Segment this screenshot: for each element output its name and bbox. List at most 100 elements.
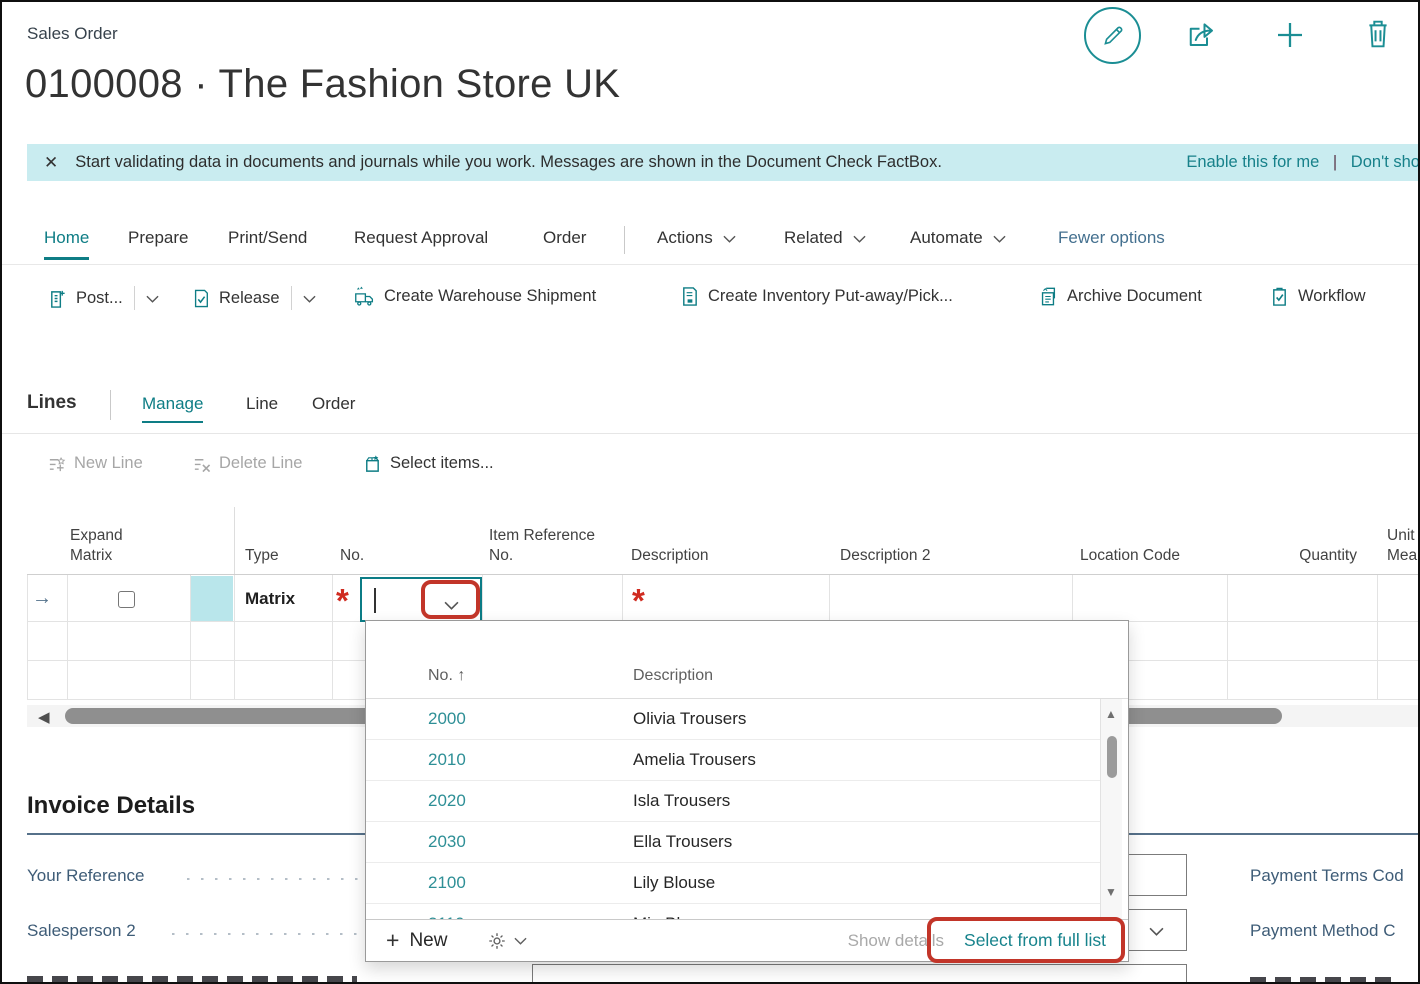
no-field-dropdown-chevron[interactable] — [444, 597, 459, 615]
dropdown-footer: + New Show details Select from full list — [366, 919, 1128, 961]
dont-show-link[interactable]: Don't sho — [1351, 153, 1420, 171]
dropdown-scrollbar-thumb[interactable] — [1107, 736, 1117, 778]
dropdown-col-no[interactable]: No. ↑ — [428, 667, 465, 685]
col-type[interactable]: Type — [245, 546, 279, 566]
grid-line — [67, 575, 68, 700]
item-row[interactable]: 2020Isla Trousers — [366, 781, 1106, 822]
plus-icon: + — [386, 927, 399, 954]
dropdown-scrollbar[interactable]: ▲ ▼ — [1100, 699, 1122, 921]
tab-print-send[interactable]: Print/Send — [228, 228, 307, 257]
lines-section-divider — [2, 433, 1418, 434]
lines-tab-order[interactable]: Order — [312, 394, 355, 421]
lines-divider — [110, 390, 111, 420]
tab-request-approval[interactable]: Request Approval — [354, 228, 488, 257]
scroll-up-arrow[interactable]: ▲ — [1105, 707, 1117, 721]
col-location-code[interactable]: Location Code — [1080, 546, 1180, 566]
your-reference-label: Your Reference — [27, 866, 145, 886]
invoice-details-title: Invoice Details — [27, 792, 195, 820]
chevron-down-icon — [723, 228, 736, 248]
description-mandatory-asterisk: * — [632, 584, 645, 617]
action-divider — [134, 286, 135, 310]
col-item-reference-no[interactable]: Item Reference No. — [489, 526, 595, 566]
new-line-button: New Line — [47, 454, 143, 473]
create-inventory-putaway-button[interactable]: Create Inventory Put-away/Pick... — [680, 286, 953, 307]
menu-actions[interactable]: Actions — [657, 228, 736, 257]
select-from-full-list-link[interactable]: Select from full list — [964, 930, 1106, 951]
page-title: 0100008 · The Fashion Store UK — [25, 62, 620, 107]
delete-line-button: Delete Line — [192, 454, 302, 473]
col-no[interactable]: No. — [340, 546, 364, 566]
item-row[interactable]: 2000Olivia Trousers — [366, 699, 1106, 740]
notification-message: Start validating data in documents and j… — [75, 153, 1174, 172]
page-caption: Sales Order — [27, 24, 118, 44]
combobox-chevron[interactable] — [1149, 923, 1164, 941]
lines-section-title: Lines — [27, 392, 77, 414]
show-details-link[interactable]: Show details — [848, 931, 944, 951]
item-row[interactable]: 2030Ella Trousers — [366, 822, 1106, 863]
expand-matrix-checkbox[interactable] — [118, 591, 135, 608]
scroll-left-arrow[interactable]: ◀ — [38, 708, 50, 726]
select-items-button[interactable]: Select items... — [362, 454, 494, 473]
fewer-options[interactable]: Fewer options — [1058, 228, 1165, 257]
workflow-button[interactable]: Workflow — [1270, 286, 1366, 307]
next-field-input-clipped[interactable] — [532, 964, 1187, 984]
payment-terms-label: Payment Terms Cod — [1250, 866, 1404, 886]
delete-trash-icon[interactable] — [1363, 18, 1393, 55]
enable-this-link[interactable]: Enable this for me — [1186, 153, 1319, 171]
clipped-field-label — [1250, 977, 1400, 984]
grid-line — [332, 575, 333, 700]
menu-automate[interactable]: Automate — [910, 228, 1006, 257]
no-mandatory-asterisk: * — [336, 584, 349, 617]
tab-order[interactable]: Order — [543, 228, 586, 257]
lines-tab-line[interactable]: Line — [246, 394, 278, 421]
item-row[interactable]: 2100Lily Blouse — [366, 863, 1106, 904]
sales-order-page: Sales Order 0100008 · The Fashion Store … — [0, 0, 1420, 984]
tab-divider — [624, 226, 625, 254]
no-field-input[interactable] — [360, 577, 482, 622]
notification-links: Enable this for me | Don't sho — [1186, 153, 1420, 172]
active-row-arrow: → — [32, 587, 52, 610]
action-divider — [291, 286, 292, 310]
header-freeze-line — [234, 507, 235, 575]
sort-ascending-icon: ↑ — [457, 667, 465, 684]
post-dropdown-chevron[interactable] — [146, 289, 168, 308]
clipped-section-heading — [27, 976, 357, 984]
col-unit-of-measure[interactable]: Unit Mea — [1387, 526, 1417, 566]
chevron-down-icon — [853, 228, 866, 248]
table-header-border — [27, 574, 1420, 575]
lines-tab-manage[interactable]: Manage — [142, 394, 203, 423]
scroll-down-arrow[interactable]: ▼ — [1105, 885, 1117, 899]
chevron-down-icon — [514, 937, 527, 945]
salesperson-2-label: Salesperson 2 — [27, 921, 136, 941]
tab-prepare[interactable]: Prepare — [128, 228, 188, 257]
col-expand-matrix[interactable]: Expand Matrix — [70, 526, 123, 566]
notification-bar: ✕ Start validating data in documents and… — [27, 144, 1420, 181]
dropdown-col-description[interactable]: Description — [633, 667, 713, 685]
post-button[interactable]: Post... — [48, 286, 168, 310]
ribbon-divider — [2, 264, 1418, 265]
grid-line — [234, 575, 235, 700]
tab-home[interactable]: Home — [44, 228, 89, 260]
row-select-cell[interactable] — [191, 576, 233, 621]
item-lookup-dropdown: No. ↑ Description 2000Olivia Trousers 20… — [365, 620, 1129, 962]
chevron-down-icon — [993, 228, 1006, 248]
dropdown-new-button[interactable]: + New — [386, 927, 447, 954]
col-description[interactable]: Description — [631, 546, 709, 566]
edit-pencil-icon[interactable] — [1084, 7, 1141, 64]
new-plus-icon[interactable] — [1274, 19, 1306, 56]
archive-document-button[interactable]: Archive Document — [1038, 286, 1202, 307]
grid-line — [1377, 575, 1378, 700]
gear-icon — [487, 931, 507, 951]
col-quantity[interactable]: Quantity — [1227, 546, 1357, 566]
share-icon[interactable] — [1185, 20, 1219, 55]
notification-close-icon[interactable]: ✕ — [44, 153, 58, 173]
menu-related[interactable]: Related — [784, 228, 866, 257]
release-dropdown-chevron[interactable] — [303, 289, 325, 308]
text-caret — [374, 588, 376, 613]
type-cell[interactable]: Matrix — [245, 589, 295, 609]
item-row[interactable]: 2010Amelia Trousers — [366, 740, 1106, 781]
release-button[interactable]: Release — [192, 286, 325, 310]
col-description-2[interactable]: Description 2 — [840, 546, 930, 566]
create-warehouse-shipment-button[interactable]: Create Warehouse Shipment — [354, 286, 596, 307]
dropdown-settings-button[interactable] — [487, 931, 534, 951]
